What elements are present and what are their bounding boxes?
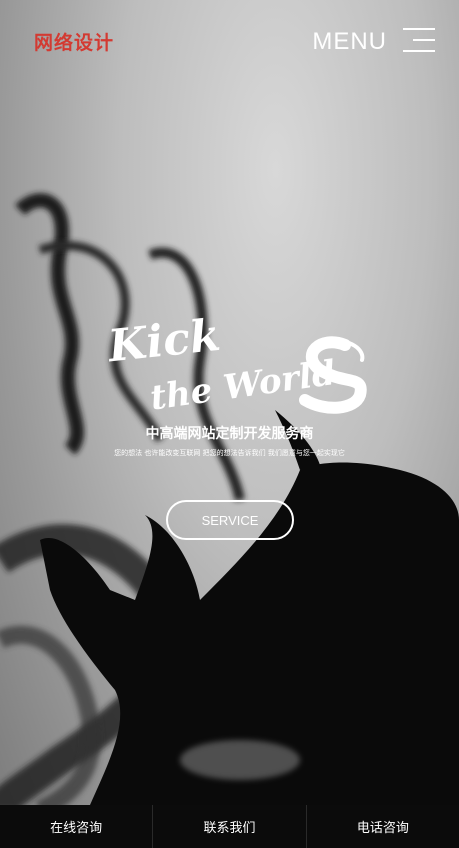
online-consult-button[interactable]: 在线咨询	[0, 805, 154, 848]
hero-headline: 中高端网站定制开发服务商	[145, 426, 314, 442]
hero-subline: 您的想法 也许能改变互联网 把您的想法告诉我们 我们愿意与您一起实现它	[114, 449, 345, 457]
script-line-1: Kick	[104, 310, 223, 373]
kick-the-world-logo: Kick the World	[104, 310, 367, 419]
service-button[interactable]: SERVICE	[166, 500, 294, 540]
page: 网络设计 MENU Kick the World 中高端网站定制开发服务商 您的…	[0, 0, 459, 848]
bottom-nav-bar: 在线咨询 联系我们 电话咨询	[0, 805, 459, 848]
site-logo[interactable]: 网络设计	[34, 28, 114, 55]
header: 网络设计 MENU	[0, 0, 459, 80]
phone-consult-button[interactable]: 电话咨询	[307, 805, 459, 848]
hamburger-menu-icon[interactable]	[403, 28, 435, 52]
contact-us-button[interactable]: 联系我们	[153, 805, 307, 848]
menu-label[interactable]: MENU	[312, 28, 387, 56]
